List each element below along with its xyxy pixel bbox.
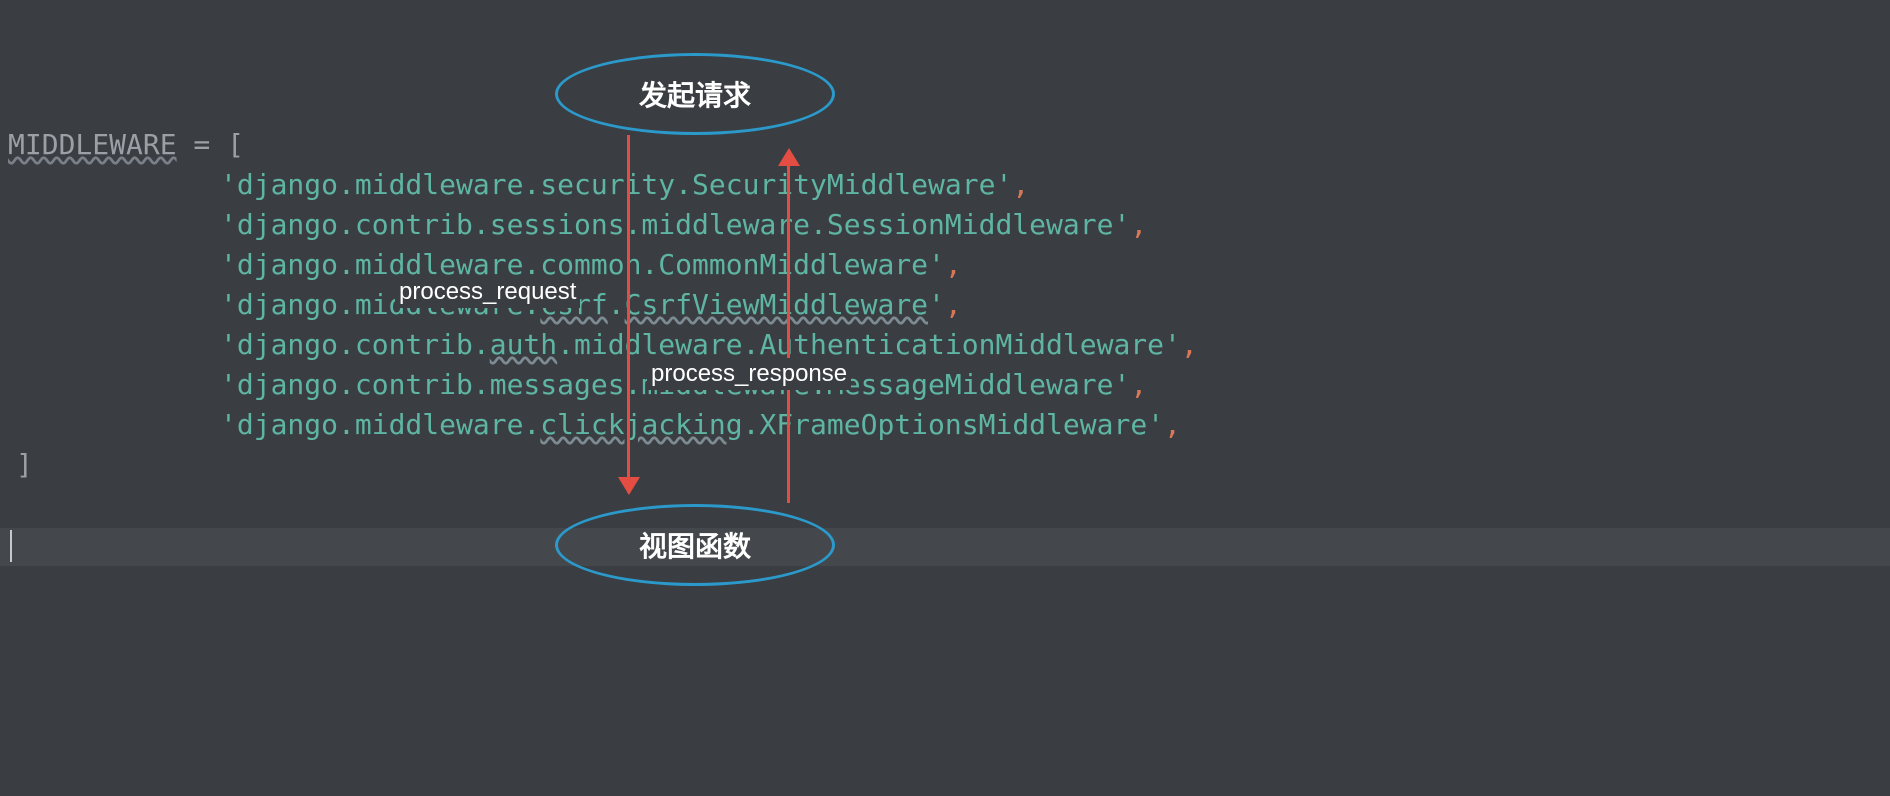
middleware-string-5: 'django.contrib.auth.middleware.Authenti… [220,328,1181,361]
response-arrow-up [787,150,790,503]
middleware-string-7: 'django.middleware.clickjacking.XFrameOp… [220,408,1164,441]
code-line-5: 'django.contrib.auth.middleware.Authenti… [8,325,1198,365]
code-block: MIDDLEWARE = [ 'django.middleware.securi… [8,125,1198,485]
response-arrow-line [787,165,790,503]
code-line-6: 'django.contrib.messages.middleware.Mess… [8,365,1198,405]
view-function-node: 视图函数 [555,504,835,586]
comma-6: , [1130,368,1147,401]
cursor-line-highlight [0,528,1890,566]
middleware-string-2: 'django.contrib.sessions.middleware.Sess… [220,208,1130,241]
code-line-2: 'django.contrib.sessions.middleware.Sess… [8,205,1198,245]
comma-5: , [1181,328,1198,361]
process-request-label: process_request [395,276,580,308]
code-line-7: 'django.middleware.clickjacking.XFrameOp… [8,405,1198,445]
middleware-keyword: MIDDLEWARE [8,128,177,161]
middleware-string-1: 'django.middleware.security.SecurityMidd… [220,168,1012,201]
request-origin-label: 发起请求 [639,74,751,114]
middleware-string-4: 'django.middleware.csrf.CsrfViewMiddlewa… [220,288,945,321]
code-line-1: 'django.middleware.security.SecurityMidd… [8,165,1198,205]
code-line-3: 'django.middleware.common.CommonMiddlewa… [8,245,1198,285]
text-cursor [10,530,12,562]
closing-bracket: ] [8,448,33,481]
comma-3: , [945,248,962,281]
code-line-closing: ] [8,445,1198,485]
comma-7: , [1164,408,1181,441]
equals-bracket: = [ [177,128,244,161]
middleware-string-3: 'django.middleware.common.CommonMiddlewa… [220,248,945,281]
comma-1: , [1012,168,1029,201]
comma-2: , [1130,208,1147,241]
request-origin-node: 发起请求 [555,53,835,135]
code-line-4: 'django.middleware.csrf.CsrfViewMiddlewa… [8,285,1198,325]
view-function-label: 视图函数 [639,525,751,565]
comma-4: , [945,288,962,321]
process-response-label: process_response [647,358,851,390]
request-arrow-down [627,135,630,493]
code-line-declaration: MIDDLEWARE = [ [8,125,1198,165]
